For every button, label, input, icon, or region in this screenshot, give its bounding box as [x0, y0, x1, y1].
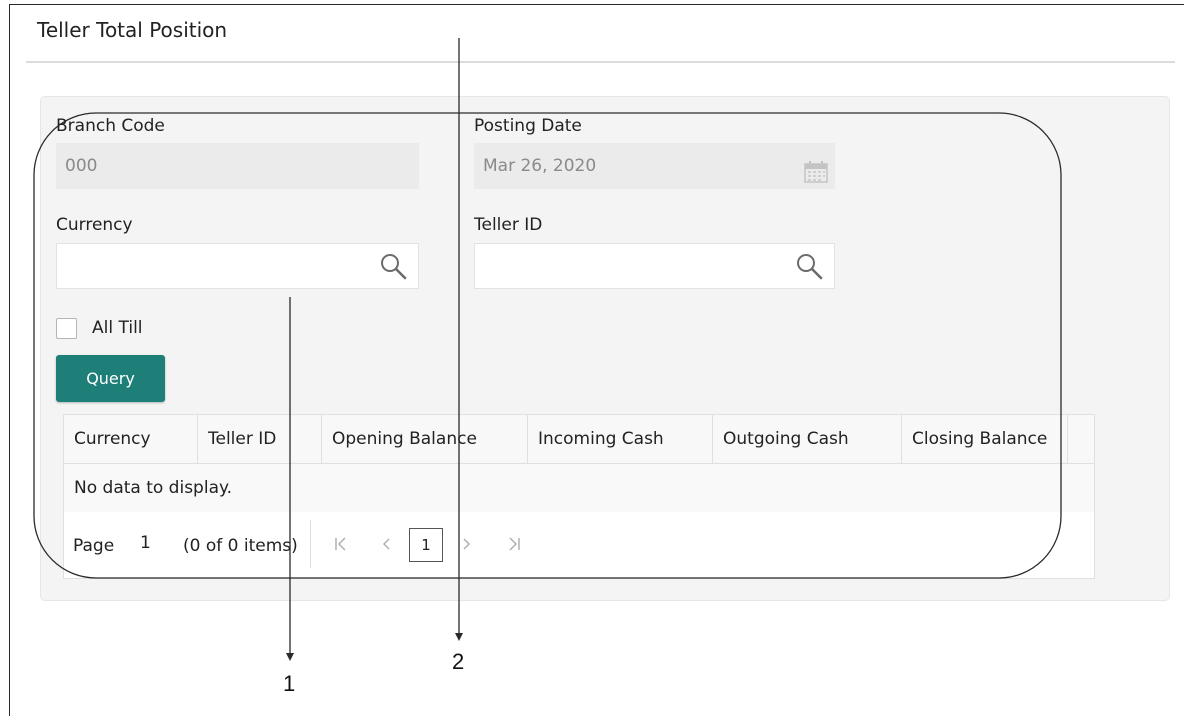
posting-date-value: Mar 26, 2020 [483, 156, 597, 176]
branch-code-label: Branch Code [56, 116, 165, 136]
current-page-button[interactable]: 1 [409, 528, 443, 562]
prev-page-icon[interactable] [380, 536, 392, 556]
items-info: (0 of 0 items) [183, 536, 298, 556]
branch-code-field: 000 [56, 143, 419, 189]
calendar-icon [804, 155, 828, 183]
query-button[interactable]: Query [56, 355, 165, 402]
column-header[interactable]: Teller ID [198, 415, 322, 463]
teller-id-input[interactable] [474, 243, 835, 289]
posting-date-field: Mar 26, 2020 [474, 143, 835, 189]
empty-message: No data to display. [64, 464, 1094, 512]
column-header[interactable]: Currency [64, 415, 198, 463]
teller-id-label: Teller ID [474, 215, 543, 235]
column-header[interactable]: Incoming Cash [528, 415, 713, 463]
grid-header: Currency Teller ID Opening Balance Incom… [64, 415, 1094, 464]
column-header[interactable]: Opening Balance [322, 415, 528, 463]
column-header[interactable]: Closing Balance [902, 415, 1068, 463]
search-icon[interactable] [379, 252, 407, 280]
currency-input[interactable] [56, 243, 419, 289]
posting-date-label: Posting Date [474, 116, 582, 136]
page-label: Page [73, 536, 115, 556]
title-divider [26, 61, 1175, 63]
pager-divider [310, 520, 311, 568]
callout-number-1: 1 [283, 671, 296, 696]
all-till-checkbox[interactable] [56, 318, 77, 339]
next-page-icon[interactable] [461, 536, 473, 556]
callout-number-2: 2 [452, 649, 465, 674]
pagination-bar: Page 1 (0 of 0 items) 1 [64, 515, 1094, 577]
column-header[interactable]: Outgoing Cash [713, 415, 902, 463]
branch-code-value: 000 [65, 156, 98, 176]
page-number-input[interactable]: 1 [140, 533, 151, 553]
all-till-label: All Till [92, 318, 143, 338]
results-grid: Currency Teller ID Opening Balance Incom… [63, 414, 1095, 579]
page-title: Teller Total Position [37, 18, 228, 42]
currency-label: Currency [56, 215, 133, 235]
last-page-icon[interactable] [507, 536, 521, 556]
search-icon[interactable] [795, 252, 823, 280]
first-page-icon[interactable] [334, 536, 348, 556]
